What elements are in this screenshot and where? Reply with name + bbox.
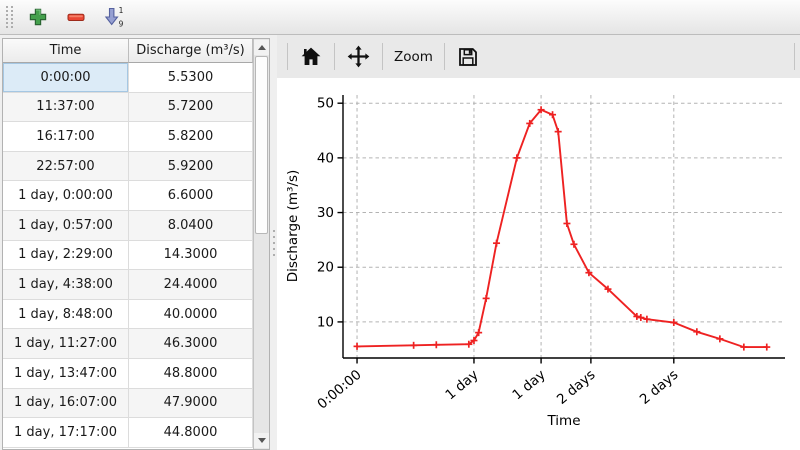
- table-row: 1 day, 0:57:008.0400: [3, 211, 253, 241]
- table-row: 1 day, 4:38:0024.4000: [3, 270, 253, 300]
- cell-time[interactable]: 1 day, 0:00:00: [3, 181, 129, 211]
- cell-time[interactable]: 0:00:00: [3, 63, 129, 93]
- table-row: 1 day, 13:47:0048.8000: [3, 359, 253, 389]
- cell-time[interactable]: 22:57:00: [3, 152, 129, 182]
- sort-numeric-ascending-icon: 1 9: [102, 5, 126, 29]
- cell-discharge[interactable]: 8.0400: [129, 211, 253, 241]
- pane-splitter[interactable]: [270, 35, 277, 450]
- toolbar-separator: [444, 43, 445, 70]
- zoom-button[interactable]: Zoom: [390, 41, 437, 73]
- remove-row-button[interactable]: [61, 3, 91, 31]
- table-row: 0:00:005.5300: [3, 63, 253, 93]
- save-icon: [456, 45, 480, 69]
- axes: [338, 95, 786, 364]
- svg-text:20: 20: [317, 260, 334, 276]
- table-header: Time Discharge (m³/s): [3, 39, 253, 63]
- app-window: { "toolbar": { "icons": ["plus-icon", "m…: [0, 0, 800, 450]
- cell-time[interactable]: 11:37:00: [3, 93, 129, 123]
- table-row: 1 day, 11:27:0046.3000: [3, 329, 253, 359]
- chart-toolbar: Zoom: [277, 35, 800, 78]
- table-row: 11:37:005.7200: [3, 93, 253, 123]
- cell-discharge[interactable]: 44.8000: [129, 418, 253, 448]
- cell-time[interactable]: 1 day, 11:27:00: [3, 329, 129, 359]
- x-axis-label: Time: [546, 413, 580, 429]
- pan-icon: [346, 44, 371, 69]
- column-header-time[interactable]: Time: [3, 39, 129, 63]
- cell-time[interactable]: 1 day, 4:38:00: [3, 270, 129, 300]
- tick-labels: 10203040500:00:001 day1 day2 days2 days: [314, 96, 681, 413]
- data-point-markers: [354, 106, 771, 350]
- cell-discharge[interactable]: 48.8000: [129, 359, 253, 389]
- chart-canvas[interactable]: 10203040500:00:001 day1 day2 days2 daysT…: [277, 78, 800, 450]
- cell-time[interactable]: 1 day, 16:07:00: [3, 389, 129, 419]
- triangle-down-icon: [258, 438, 266, 443]
- cell-discharge[interactable]: 5.7200: [129, 93, 253, 123]
- table-row: 1 day, 8:48:0040.0000: [3, 300, 253, 330]
- table-row: 1 day, 0:00:006.6000: [3, 181, 253, 211]
- plus-icon: [27, 6, 49, 28]
- table-body: 0:00:005.530011:37:005.720016:17:005.820…: [3, 63, 253, 449]
- chart-pane: Zoom 10203040500:00:001 day1 day2 days2 …: [277, 35, 800, 450]
- toolbar-drag-handle[interactable]: [6, 6, 13, 28]
- triangle-up-icon: [258, 45, 266, 50]
- toolbar-separator: [794, 43, 795, 70]
- svg-text:40: 40: [317, 150, 334, 166]
- cell-discharge[interactable]: 5.8200: [129, 122, 253, 152]
- toolbar-separator: [382, 43, 383, 70]
- svg-text:50: 50: [317, 96, 334, 112]
- cell-time[interactable]: 1 day, 2:29:00: [3, 241, 129, 271]
- toolbar-separator: [334, 43, 335, 70]
- cell-discharge[interactable]: 5.9200: [129, 152, 253, 182]
- cell-discharge[interactable]: 46.3000: [129, 329, 253, 359]
- home-icon: [299, 45, 323, 69]
- svg-text:10: 10: [317, 314, 334, 330]
- svg-text:2 days: 2 days: [554, 367, 599, 408]
- scroll-up-button[interactable]: [254, 40, 269, 55]
- svg-text:1 day: 1 day: [509, 367, 548, 404]
- cell-discharge[interactable]: 24.4000: [129, 270, 253, 300]
- column-header-discharge[interactable]: Discharge (m³/s): [129, 39, 253, 63]
- cell-discharge[interactable]: 5.5300: [129, 63, 253, 93]
- table-row: 22:57:005.9200: [3, 152, 253, 182]
- svg-text:2 days: 2 days: [637, 367, 682, 408]
- pan-button[interactable]: [342, 41, 375, 73]
- cell-discharge[interactable]: 47.9000: [129, 389, 253, 419]
- save-figure-button[interactable]: [452, 41, 484, 73]
- table-row: 1 day, 17:17:0044.8000: [3, 418, 253, 448]
- home-reset-view-button[interactable]: [295, 41, 327, 73]
- cell-time[interactable]: 1 day, 17:17:00: [3, 418, 129, 448]
- table-scrollbar[interactable]: [253, 39, 269, 449]
- discharge-table: Time Discharge (m³/s) 0:00:005.530011:37…: [2, 38, 270, 450]
- svg-text:9: 9: [119, 20, 124, 29]
- discharge-series-line: [357, 110, 767, 347]
- discharge-hydrograph-chart[interactable]: 10203040500:00:001 day1 day2 days2 daysT…: [277, 78, 800, 450]
- cell-discharge[interactable]: 6.6000: [129, 181, 253, 211]
- svg-text:0:00:00: 0:00:00: [314, 367, 364, 413]
- cell-discharge[interactable]: 40.0000: [129, 300, 253, 330]
- main-toolbar: 1 9: [0, 0, 800, 35]
- svg-text:30: 30: [317, 205, 334, 221]
- toolbar-separator: [287, 43, 288, 70]
- table-row: 16:17:005.8200: [3, 122, 253, 152]
- minus-icon: [65, 6, 87, 28]
- cell-time[interactable]: 1 day, 8:48:00: [3, 300, 129, 330]
- table-row: 1 day, 16:07:0047.9000: [3, 389, 253, 419]
- svg-text:1 day: 1 day: [442, 367, 481, 404]
- add-row-button[interactable]: [23, 3, 53, 31]
- cell-time[interactable]: 1 day, 13:47:00: [3, 359, 129, 389]
- scroll-down-button[interactable]: [254, 433, 269, 448]
- svg-text:1: 1: [119, 6, 124, 15]
- scrollbar-thumb[interactable]: [255, 56, 268, 234]
- grid-lines: [343, 95, 785, 358]
- cell-discharge[interactable]: 14.3000: [129, 241, 253, 271]
- y-axis-label: Discharge (m³/s): [285, 170, 301, 283]
- table-row: 1 day, 2:29:0014.3000: [3, 241, 253, 271]
- cell-time[interactable]: 1 day, 0:57:00: [3, 211, 129, 241]
- sort-ascending-button[interactable]: 1 9: [99, 3, 129, 31]
- cell-time[interactable]: 16:17:00: [3, 122, 129, 152]
